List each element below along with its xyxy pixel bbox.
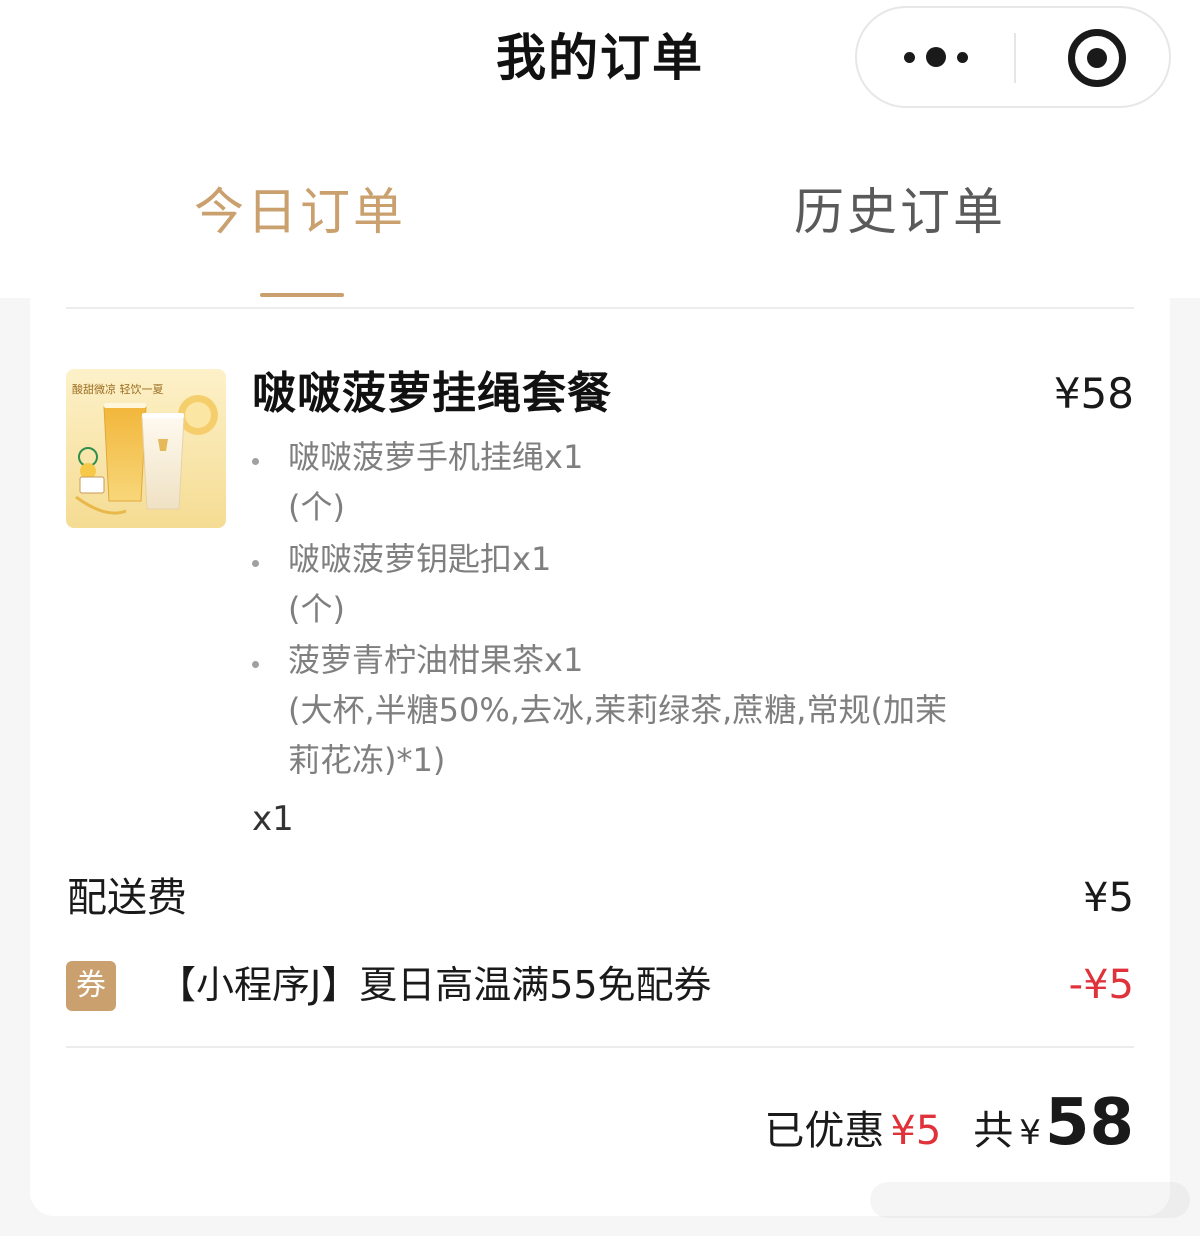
delivery-fee-label: 配送费 xyxy=(67,875,187,921)
home-indicator xyxy=(870,1182,1190,1218)
coupon-value: -¥5 xyxy=(1068,962,1134,1008)
component-name: 菠萝青柠油柑果茶x1 xyxy=(288,641,584,679)
target-close-icon[interactable] xyxy=(1068,29,1126,87)
mini-program-capsule xyxy=(855,6,1171,108)
delivery-fee-value: ¥5 xyxy=(1083,875,1134,921)
bullet xyxy=(252,661,259,668)
coupon-badge: 券 xyxy=(66,961,116,1011)
divider xyxy=(66,307,1134,309)
coupon-name: 【小程序J】夏日高温满55免配券 xyxy=(158,963,712,1007)
bullet xyxy=(252,560,259,567)
item-quantity: x1 xyxy=(252,799,294,839)
currency-symbol: ¥ xyxy=(1019,1113,1041,1153)
total-label: 共 xyxy=(973,1108,1014,1154)
tab-today-orders[interactable]: 今日订单 xyxy=(150,180,450,244)
promo-text: 酸甜微凉 轻饮一夏 xyxy=(72,382,164,396)
product-photo: 酸甜微凉 轻饮一夏 xyxy=(66,369,226,528)
capsule-divider xyxy=(1014,33,1016,83)
discount-value: ¥5 xyxy=(890,1108,942,1154)
component-spec: (个) xyxy=(288,488,345,526)
active-tab-indicator xyxy=(260,293,344,297)
component-spec: (个) xyxy=(288,590,345,628)
component-spec: (大杯,半糖50%,去冰,茉莉绿茶,蔗糖,常规(加茉 xyxy=(288,691,947,729)
divider xyxy=(66,1046,1134,1048)
navigation-bar: 我的订单 今日订单 历史订单 xyxy=(0,0,1200,298)
product-name: 啵啵菠萝挂绳套餐 xyxy=(252,368,612,419)
product-price: ¥58 xyxy=(1053,369,1134,418)
component-name: 啵啵菠萝手机挂绳x1 xyxy=(288,438,584,476)
component-spec: 莉花冻)*1) xyxy=(288,741,446,779)
bullet xyxy=(252,458,259,465)
order-summary: 已优惠 ¥5 共 ¥ 58 xyxy=(764,1086,1134,1166)
component-name: 啵啵菠萝钥匙扣x1 xyxy=(288,540,552,578)
tab-history-orders[interactable]: 历史订单 xyxy=(750,180,1050,244)
discount-label: 已优惠 xyxy=(764,1108,885,1154)
product-image: 酸甜微凉 轻饮一夏 xyxy=(66,369,226,528)
total-amount: 58 xyxy=(1044,1086,1134,1160)
more-dots-icon[interactable] xyxy=(857,8,1015,106)
